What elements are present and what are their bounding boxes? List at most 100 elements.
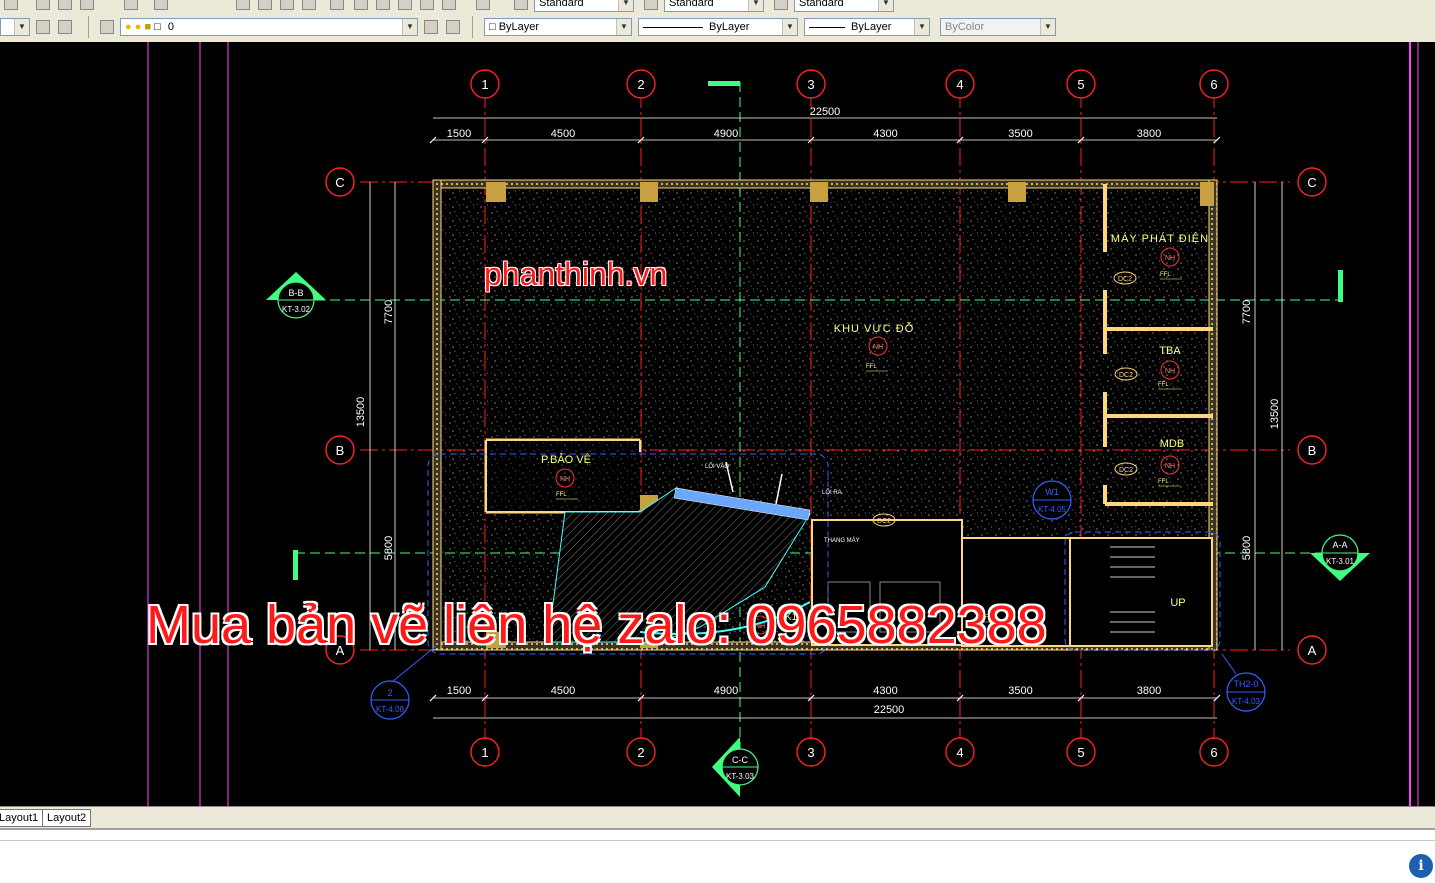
nh-label: NH [873, 344, 883, 351]
command-line[interactable]: i [0, 828, 1435, 883]
drawing-canvas[interactable]: 22500 22500 1500 1500 4500 4500 4900 4900 4300 43… [0, 42, 1435, 806]
color-combo[interactable]: □ ByLayer ▼ [484, 18, 632, 36]
make-current-layer-icon[interactable] [424, 20, 438, 34]
toolbar-icon[interactable] [280, 0, 294, 10]
toolbar-icon[interactable] [420, 0, 434, 10]
watermark-contact: Mua bản vẽ liên hệ zalo: 0965882388 [146, 595, 1047, 655]
layout-tab-bar: Layout1 Layout2 [0, 806, 1435, 829]
workspace-combo[interactable]: ▼ [0, 18, 30, 36]
section-bb-label: B-B [288, 288, 303, 298]
info-icon[interactable]: i [1409, 854, 1433, 878]
table-style-combo[interactable]: Standard ▼ [794, 0, 894, 12]
dimension-text: 4900 [714, 128, 738, 140]
grid-label: 6 [1210, 745, 1217, 760]
dim-style-combo[interactable]: Standard ▼ [664, 0, 764, 12]
dimension-text: 4300 [873, 685, 897, 697]
chevron-down-icon: ▼ [914, 19, 929, 35]
section-cc-label: C-C [732, 755, 748, 765]
command-line-divider [0, 840, 1435, 841]
grid-label: 1 [481, 77, 488, 92]
layer-previous-icon[interactable] [446, 20, 460, 34]
section-marker [293, 550, 298, 580]
section-aa-ref: KT-3.01 [1326, 557, 1355, 566]
toolbar-icon[interactable] [154, 0, 168, 10]
layer-manager-icon[interactable] [100, 20, 114, 34]
detail-w1-label: W1 [1045, 487, 1059, 497]
section-aa-label: A-A [1332, 540, 1347, 550]
table-style-icon[interactable] [774, 0, 788, 10]
text-style-icon[interactable] [514, 0, 528, 10]
label-exit: LỐI RA [822, 489, 842, 496]
toolbar-icon[interactable] [258, 0, 272, 10]
dim-style-value: Standard [669, 0, 714, 9]
linetype-preview [643, 26, 703, 28]
lineweight-combo[interactable]: ByLayer ▼ [804, 18, 930, 36]
nh-label: NH [1165, 463, 1175, 470]
toolbar-icon[interactable] [236, 0, 250, 10]
grid-label: 2 [637, 745, 644, 760]
lineweight-value: ByLayer [851, 21, 892, 33]
layer-combo[interactable]: ● ● ■ □ 0 ▼ [120, 18, 418, 36]
detail-2-ref: KT-4.08 [376, 705, 405, 714]
detail-w1-ref: KT-4.05 [1038, 505, 1067, 514]
room-label-mdb: MDB [1160, 438, 1184, 450]
dimension-text: 22500 [874, 704, 905, 716]
chevron-down-icon: ▼ [748, 0, 763, 11]
dc2-label: DC2 [1119, 467, 1133, 474]
toolbar-icon[interactable] [376, 0, 390, 10]
toolbar-icon[interactable] [36, 0, 50, 10]
dimension-text: 22500 [810, 106, 841, 118]
toolbar-icon[interactable] [80, 0, 94, 10]
toolbar-icon[interactable] [476, 0, 490, 10]
text-style-combo[interactable]: Standard ▼ [534, 0, 634, 12]
grid-label: C [335, 175, 344, 190]
grid-label: B [336, 443, 345, 458]
layer-walk-icon[interactable] [58, 20, 72, 34]
ffl-label: FFL [1158, 382, 1169, 388]
grid-label: A [1308, 643, 1317, 658]
toolbar-icon[interactable] [4, 0, 18, 10]
dimension-text: 4500 [551, 128, 575, 140]
grid-label: 6 [1210, 77, 1217, 92]
chevron-down-icon: ▼ [402, 19, 417, 35]
grid-label: 4 [956, 77, 963, 92]
room-label-guard: P.BẢO VỆ [541, 453, 591, 466]
section-bb-marker: B-B KT-3.02 [266, 272, 326, 319]
dimension-text: 1500 [447, 685, 471, 697]
toolbar-icon[interactable] [58, 0, 72, 10]
dim-style-icon[interactable] [644, 0, 658, 10]
grid-label: 1 [481, 745, 488, 760]
grid-label: 4 [956, 745, 963, 760]
grid-label: B [1308, 443, 1317, 458]
tab-layout2[interactable]: Layout2 [42, 809, 92, 827]
tab-layout1[interactable]: Layout1 [0, 809, 44, 827]
toolbar-icon[interactable] [354, 0, 368, 10]
dimension-text: 5800 [383, 536, 395, 560]
grid-label: 3 [807, 745, 814, 760]
detail-th2-marker: TH2-0 KT-4.03 [1221, 653, 1266, 712]
toolbar-icon[interactable] [330, 0, 344, 10]
toolbar-icon[interactable] [442, 0, 456, 10]
chevron-down-icon: ▼ [1040, 19, 1055, 35]
sun-icon: ● [134, 21, 142, 33]
linetype-combo[interactable]: ByLayer ▼ [638, 18, 798, 36]
toolbar-separator [472, 16, 473, 38]
plotstyle-value: ByColor [945, 21, 985, 33]
chevron-down-icon: ▼ [878, 0, 893, 11]
ffl-label: FFL [556, 492, 567, 498]
toolbar-icon[interactable] [398, 0, 412, 10]
room-label-main: KHU VỰC ĐỖ [834, 322, 915, 335]
nh-label: NH [1165, 255, 1175, 262]
dimension-text: 3500 [1008, 685, 1032, 697]
room-label-tba: TBA [1159, 345, 1181, 357]
dimension-text: 13500 [1269, 399, 1281, 430]
section-cc-ref: KT-3.03 [726, 772, 755, 781]
toolbar-icon[interactable] [124, 0, 138, 10]
detail-th2-ref: KT-4.03 [1232, 697, 1261, 706]
label-entry: LỐI VÀO [705, 463, 729, 470]
dimension-text: 7700 [1241, 300, 1253, 324]
toolbar-icon[interactable] [302, 0, 316, 10]
layer-iso-icon[interactable] [36, 20, 50, 34]
dimension-text: 4900 [714, 685, 738, 697]
color-swatch-icon: □ [489, 21, 499, 33]
